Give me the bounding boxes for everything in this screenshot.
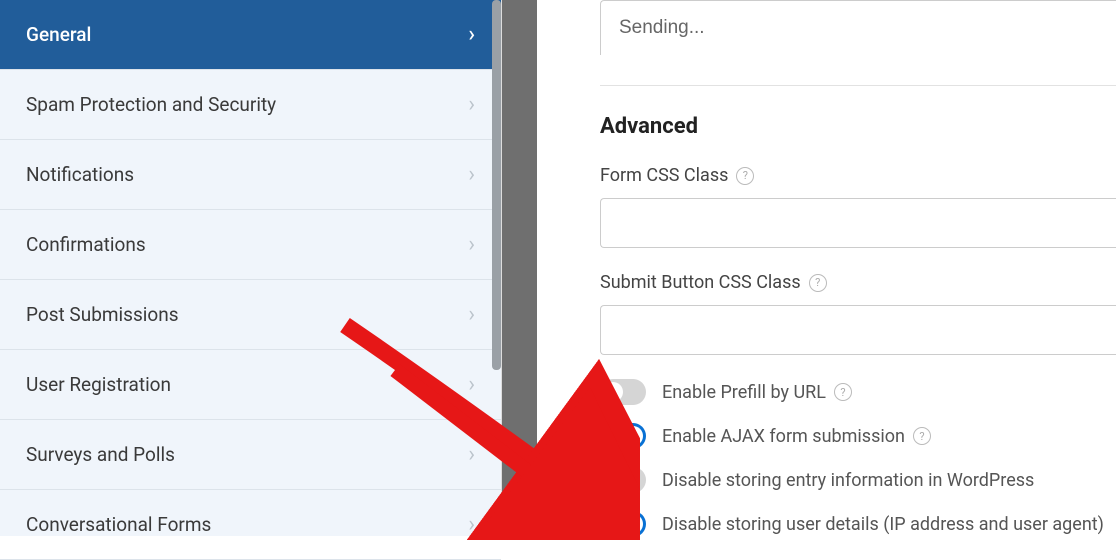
sidebar-item-surveys-polls[interactable]: Surveys and Polls › [0,420,501,490]
sidebar-item-label: Spam Protection and Security [26,93,276,116]
settings-sidebar: General › Spam Protection and Security ›… [0,0,502,536]
sidebar-item-spam[interactable]: Spam Protection and Security › [0,70,501,140]
toggle-disable-entry[interactable] [600,467,646,493]
sidebar-item-label: User Registration [26,373,171,396]
toggle-label: Disable storing user details (IP address… [662,514,1104,535]
toggle-ajax[interactable] [600,423,646,449]
help-icon[interactable]: ? [809,274,827,292]
sidebar-item-post-submissions[interactable]: Post Submissions › [0,280,501,350]
toggle-row-disable-entry: Disable storing entry information in Wor… [600,467,1116,493]
submit-css-label: Submit Button CSS Class ? [600,272,1116,293]
help-icon[interactable]: ? [834,383,852,401]
sending-input[interactable] [600,0,1116,55]
chevron-right-icon: › [468,162,475,187]
sidebar-scrollbar[interactable] [492,0,501,370]
form-css-label: Form CSS Class ? [600,165,1116,186]
toggle-label: Disable storing entry information in Wor… [662,470,1034,491]
divider-dark [502,0,537,536]
toggle-prefill[interactable] [600,379,646,405]
chevron-right-icon: › [468,442,475,467]
sidebar-item-label: Post Submissions [26,303,179,326]
advanced-heading: Advanced [600,114,1116,139]
sidebar-item-confirmations[interactable]: Confirmations › [0,210,501,280]
sidebar-item-user-registration[interactable]: User Registration › [0,350,501,420]
toggle-disable-user-details[interactable] [600,511,646,537]
sidebar-item-label: Notifications [26,163,134,186]
sidebar-item-label: Confirmations [26,233,146,256]
sidebar-item-general[interactable]: General › [0,0,501,70]
sidebar-item-label: Surveys and Polls [26,443,175,466]
divider-light [537,0,600,536]
toggle-row-ajax: Enable AJAX form submission ? [600,423,1116,449]
form-css-input[interactable] [600,198,1116,248]
chevron-right-icon: › [468,302,475,327]
content-panel: Advanced Form CSS Class ? Submit Button … [600,0,1116,536]
chevron-right-icon: › [468,22,475,47]
divider [600,85,1116,86]
toggle-label: Enable Prefill by URL ? [662,382,852,403]
sidebar-item-label: General [26,23,91,46]
help-icon[interactable]: ? [736,167,754,185]
chevron-right-icon: › [468,512,475,537]
toggle-label: Enable AJAX form submission ? [662,426,931,447]
sidebar-item-notifications[interactable]: Notifications › [0,140,501,210]
toggle-row-prefill: Enable Prefill by URL ? [600,379,1116,405]
chevron-right-icon: › [468,372,475,397]
sidebar-item-conversational-forms[interactable]: Conversational Forms › [0,490,501,560]
sidebar-item-label: Conversational Forms [26,513,211,536]
submit-css-input[interactable] [600,305,1116,355]
chevron-right-icon: › [468,232,475,257]
chevron-right-icon: › [468,92,475,117]
help-icon[interactable]: ? [913,427,931,445]
toggle-row-disable-user-details: Disable storing user details (IP address… [600,511,1116,537]
